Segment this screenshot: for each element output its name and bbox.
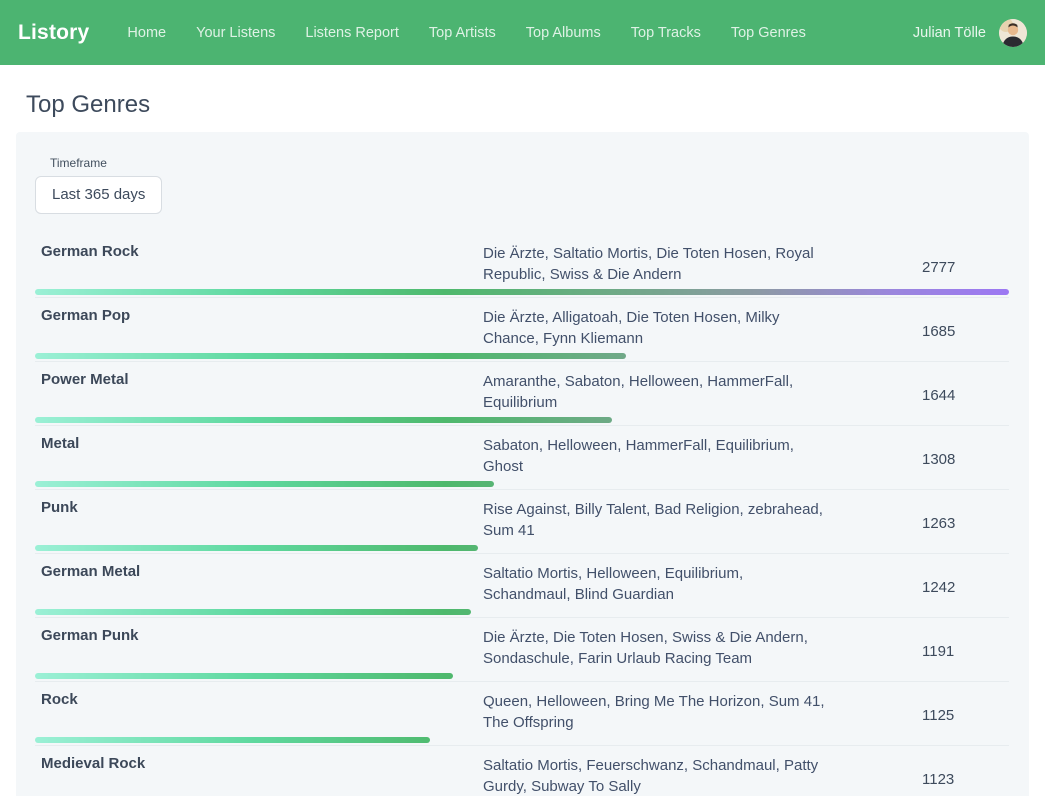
genre-top-artists: Queen, Helloween, Bring Me The Horizon, … — [483, 691, 833, 745]
timeframe-select[interactable]: Last 365 days — [35, 176, 162, 214]
genre-listen-count: 1242 — [833, 579, 1009, 602]
genre-listen-count: 1125 — [833, 707, 1009, 730]
genre-row: Medieval Rock Saltatio Mortis, Feuerschw… — [35, 746, 1009, 796]
timeframe-field: Timeframe Last 365 days — [35, 156, 1009, 214]
genre-listen-count: 1123 — [833, 771, 1009, 794]
user-name: Julian Tölle — [913, 25, 986, 41]
genre-name: Medieval Rock — [35, 755, 483, 796]
genre-bar — [35, 481, 494, 487]
user-avatar[interactable] — [999, 19, 1027, 47]
timeframe-label: Timeframe — [50, 156, 1009, 170]
genre-row: German Pop Die Ärzte, Alligatoah, Die To… — [35, 298, 1009, 362]
genre-bar — [35, 289, 1009, 295]
genre-row: Rock Queen, Helloween, Bring Me The Hori… — [35, 682, 1009, 746]
page-content: Top Genres Timeframe Last 365 days Germa… — [0, 91, 1045, 796]
genre-row: Metal Sabaton, Helloween, HammerFall, Eq… — [35, 426, 1009, 490]
genre-bar — [35, 417, 612, 423]
nav-item-top-artists[interactable]: Top Artists — [429, 25, 496, 41]
nav-item-top-tracks[interactable]: Top Tracks — [631, 25, 701, 41]
top-genres-card: Timeframe Last 365 days German Rock Die … — [16, 132, 1029, 796]
app-logo[interactable]: Listory — [18, 21, 89, 45]
page-title: Top Genres — [26, 91, 1029, 119]
genre-listen-count: 1644 — [833, 387, 1009, 410]
main-nav: Home Your Listens Listens Report Top Artist… — [127, 25, 805, 41]
genre-top-artists: Saltatio Mortis, Helloween, Equilibrium,… — [483, 563, 833, 617]
genre-row: German Punk Die Ärzte, Die Toten Hosen, … — [35, 618, 1009, 682]
top-navbar: Listory Home Your Listens Listens Report To… — [0, 0, 1045, 65]
genre-bar — [35, 737, 430, 743]
genre-row: German Metal Saltatio Mortis, Helloween,… — [35, 554, 1009, 618]
genre-row: Punk Rise Against, Billy Talent, Bad Rel… — [35, 490, 1009, 554]
nav-item-home[interactable]: Home — [127, 25, 166, 41]
genre-row: German Rock Die Ärzte, Saltatio Mortis, … — [35, 234, 1009, 298]
genre-listen-count: 1191 — [833, 643, 1009, 666]
nav-item-top-albums[interactable]: Top Albums — [526, 25, 601, 41]
genre-listen-count: 2777 — [833, 259, 1009, 282]
nav-item-listens-report[interactable]: Listens Report — [305, 25, 399, 41]
genre-listen-count: 1263 — [833, 515, 1009, 538]
genre-listen-count: 1308 — [833, 451, 1009, 474]
genre-top-artists: Die Ärzte, Die Toten Hosen, Swiss & Die … — [483, 627, 833, 681]
nav-item-top-genres[interactable]: Top Genres — [731, 25, 806, 41]
genre-top-artists: Saltatio Mortis, Feuerschwanz, Schandmau… — [483, 755, 833, 796]
genre-top-artists: Rise Against, Billy Talent, Bad Religion… — [483, 499, 833, 553]
genre-bar — [35, 609, 471, 615]
genre-row: Power Metal Amaranthe, Sabaton, Hellowee… — [35, 362, 1009, 426]
user-photo-icon — [999, 19, 1027, 47]
genre-top-artists: Sabaton, Helloween, HammerFall, Equilibr… — [483, 435, 833, 489]
genre-bar — [35, 545, 478, 551]
genre-table: German Rock Die Ärzte, Saltatio Mortis, … — [35, 234, 1009, 796]
nav-item-your-listens[interactable]: Your Listens — [196, 25, 275, 41]
genre-bar — [35, 673, 453, 679]
genre-listen-count: 1685 — [833, 323, 1009, 346]
genre-bar — [35, 353, 626, 359]
user-menu[interactable]: Julian Tölle — [913, 19, 1027, 47]
